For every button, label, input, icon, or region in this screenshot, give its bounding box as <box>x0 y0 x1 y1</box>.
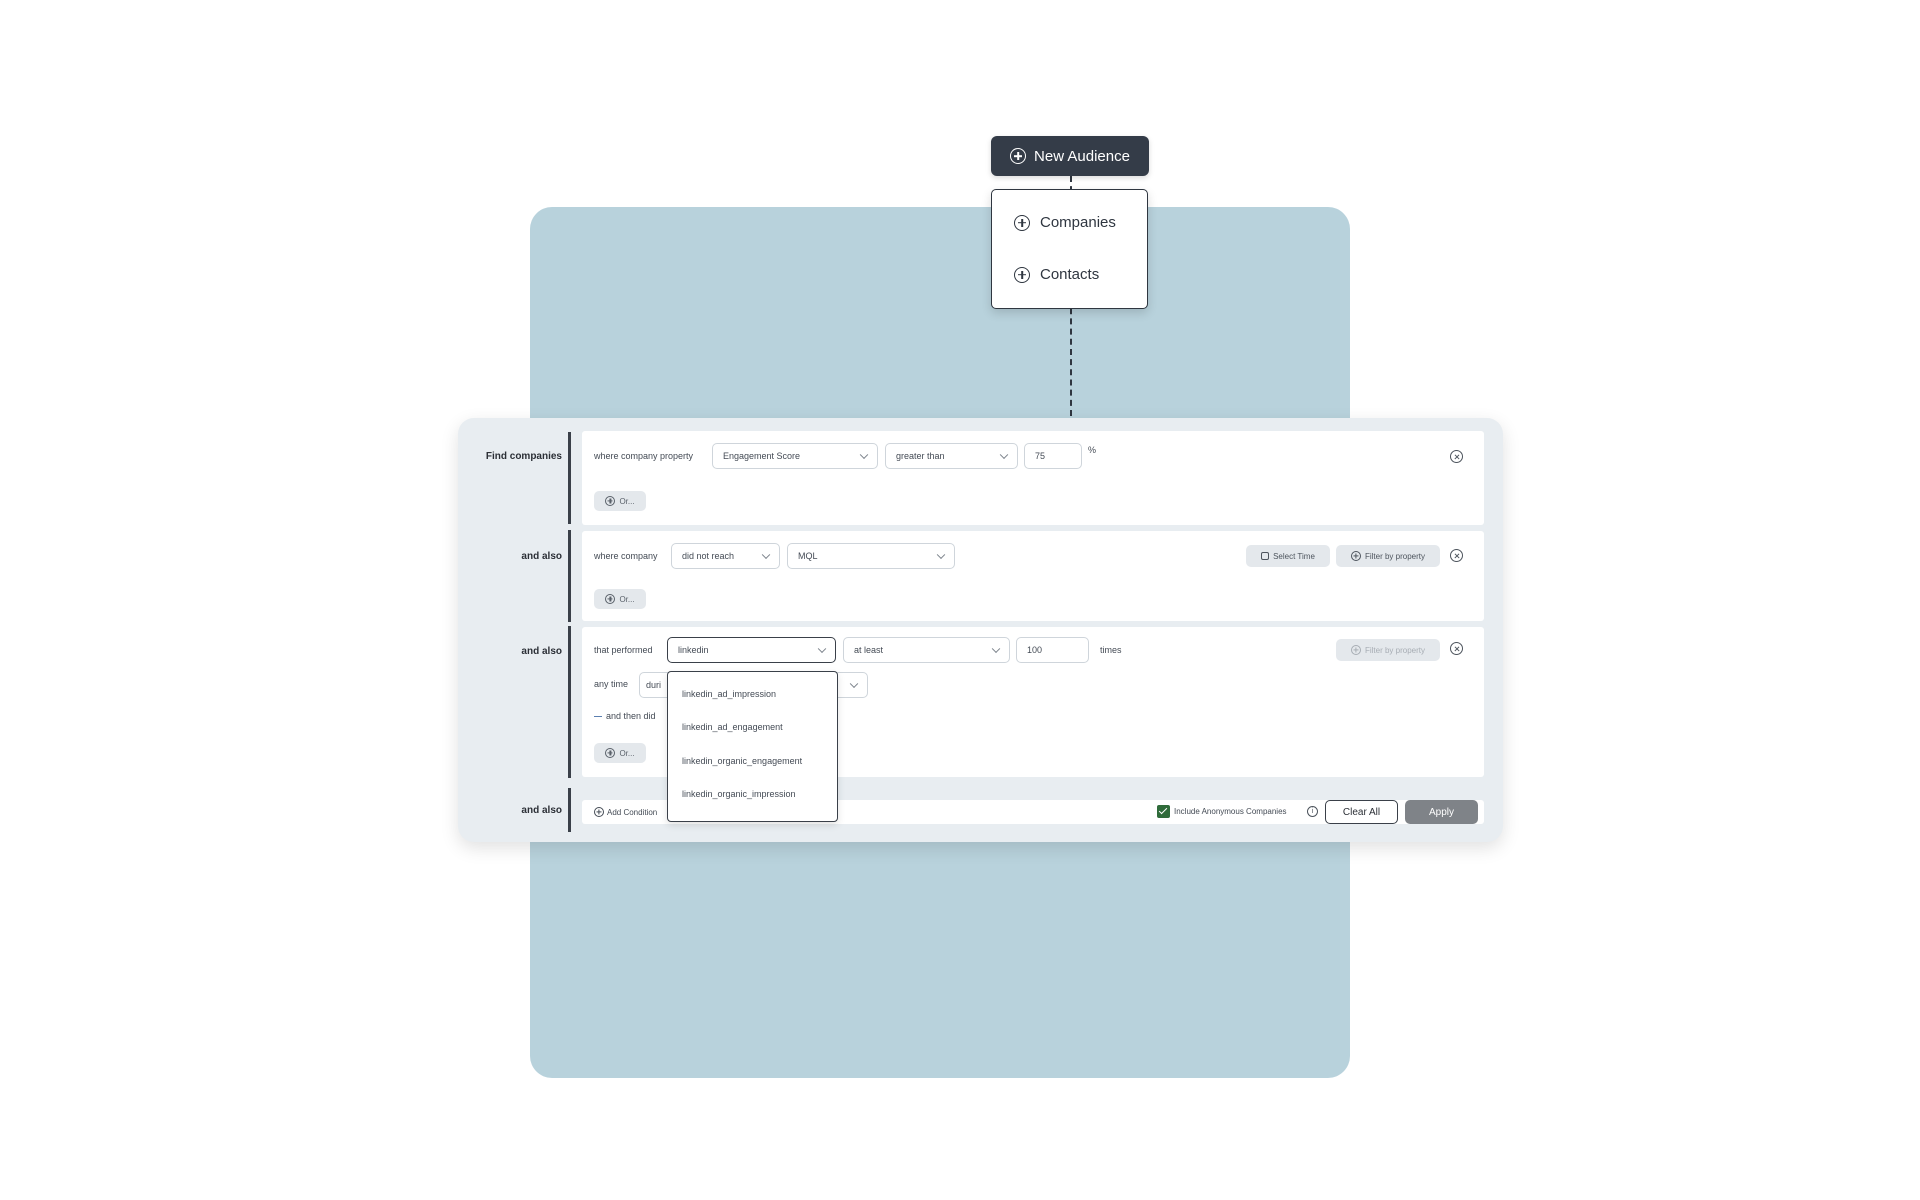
apply-button[interactable]: Apply <box>1405 800 1478 824</box>
event-select[interactable]: linkedin <box>667 637 836 663</box>
plus-circle-icon <box>1014 214 1030 231</box>
chevron-down-icon <box>817 644 827 654</box>
count-input[interactable]: 100 <box>1016 637 1089 663</box>
qualifier-select[interactable]: at least <box>843 637 1010 663</box>
qualifier-value: at least <box>854 645 884 655</box>
filter-by-property-button[interactable]: Filter by property <box>1336 639 1440 661</box>
property-value: Engagement Score <box>723 451 801 461</box>
operator-select[interactable]: greater than <box>885 443 1018 469</box>
select-time-label: Select Time <box>1273 551 1315 561</box>
remove-condition-icon[interactable] <box>1450 549 1463 562</box>
operator-value: greater than <box>896 451 945 461</box>
audience-builder-panel: Find companies where company property En… <box>458 418 1503 842</box>
plus-circle-icon <box>1014 266 1030 283</box>
row-divider <box>568 788 571 832</box>
reach-operator-value: did not reach <box>682 551 735 561</box>
dropdown-option[interactable]: linkedin_organic_engagement <box>682 756 802 766</box>
add-condition-label: Add Condition <box>607 807 658 817</box>
and-then-did-label[interactable]: and then did <box>594 711 656 721</box>
times-label: times <box>1100 645 1122 655</box>
or-label: Or... <box>619 594 635 604</box>
row2-prefix: where company <box>594 551 658 561</box>
row-label-and-also: and also <box>521 805 562 816</box>
include-anonymous-checkbox[interactable] <box>1157 805 1170 818</box>
stage-value: MQL <box>798 551 818 561</box>
time-range-value: duri <box>646 680 662 690</box>
row3-prefix: that performed <box>594 645 653 655</box>
menu-item-companies[interactable]: Companies <box>1014 214 1116 231</box>
reach-operator-select[interactable]: did not reach <box>671 543 780 569</box>
chevron-down-icon <box>999 450 1009 460</box>
row-divider <box>568 626 571 778</box>
chevron-down-icon <box>936 550 946 560</box>
plus-circle-icon <box>594 807 604 817</box>
clear-all-button[interactable]: Clear All <box>1325 800 1398 824</box>
value-input[interactable]: 75 <box>1024 443 1082 469</box>
row-divider <box>568 530 571 622</box>
property-select[interactable]: Engagement Score <box>712 443 878 469</box>
filter-by-property-label: Filter by property <box>1364 551 1426 561</box>
chevron-down-icon <box>849 679 859 689</box>
plus-circle-icon <box>1010 148 1027 164</box>
row-label-and-also: and also <box>521 551 562 562</box>
info-icon[interactable]: i <box>1307 806 1318 817</box>
stage-select[interactable]: MQL <box>787 543 955 569</box>
condition-row-2: where company did not reach MQL Select T… <box>582 531 1484 621</box>
new-audience-label: New Audience <box>1034 147 1130 165</box>
value-text: 75 <box>1035 451 1046 461</box>
event-dropdown-menu: linkedin_ad_impression linkedin_ad_engag… <box>667 671 838 822</box>
plus-circle-icon <box>1350 645 1361 655</box>
and-then-did-text: and then did <box>606 711 656 721</box>
row-label-and-also: and also <box>521 646 562 657</box>
select-time-button[interactable]: Select Time <box>1246 545 1330 567</box>
chevron-down-icon <box>991 644 1001 654</box>
new-audience-button[interactable]: New Audience <box>991 136 1149 176</box>
or-label: Or... <box>619 496 635 506</box>
plus-circle-icon <box>605 496 616 506</box>
menu-item-contacts[interactable]: Contacts <box>1014 266 1099 283</box>
remove-condition-icon[interactable] <box>1450 642 1463 655</box>
row-label-find-companies: Find companies <box>485 451 562 462</box>
or-button[interactable]: Or... <box>594 589 646 609</box>
or-label: Or... <box>619 748 635 758</box>
calendar-icon <box>1261 552 1270 560</box>
unit-label: % <box>1088 445 1097 455</box>
plus-circle-icon <box>605 748 616 758</box>
add-condition-button[interactable]: Add Condition <box>594 807 657 817</box>
menu-item-label: Companies <box>1040 214 1116 231</box>
or-button[interactable]: Or... <box>594 491 646 511</box>
condition-row-1: where company property Engagement Score … <box>582 431 1484 525</box>
any-time-label: any time <box>594 679 629 689</box>
chevron-down-icon <box>859 450 869 460</box>
event-value: linkedin <box>678 645 709 655</box>
or-button[interactable]: Or... <box>594 743 646 763</box>
row1-prefix: where company property <box>594 451 694 461</box>
count-value: 100 <box>1027 645 1043 655</box>
filter-by-property-button[interactable]: Filter by property <box>1336 545 1440 567</box>
new-audience-menu: Companies Contacts <box>991 189 1148 309</box>
chevron-down-icon <box>761 550 771 560</box>
remove-condition-icon[interactable] <box>1450 450 1463 463</box>
dropdown-option[interactable]: linkedin_ad_engagement <box>682 722 783 732</box>
filter-by-property-label: Filter by property <box>1364 645 1426 655</box>
menu-item-label: Contacts <box>1040 266 1100 283</box>
plus-circle-icon <box>605 594 616 604</box>
dropdown-option[interactable]: linkedin_ad_impression <box>682 689 776 699</box>
dropdown-option[interactable]: linkedin_organic_impression <box>682 789 796 799</box>
sequence-icon <box>594 715 602 718</box>
plus-circle-icon <box>1350 551 1361 561</box>
include-anonymous-label: Include Anonymous Companies <box>1174 807 1287 816</box>
row-divider <box>568 432 571 524</box>
